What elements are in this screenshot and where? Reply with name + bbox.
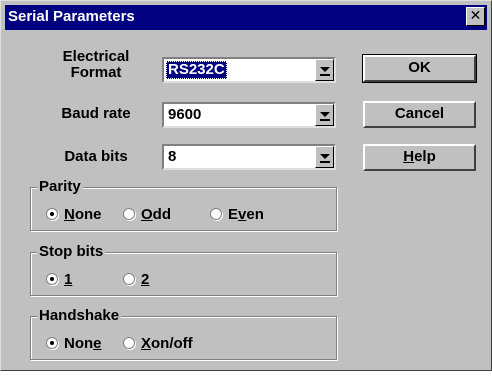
handshake-group: Handshake None Xon/off bbox=[30, 307, 337, 360]
electrical-format-label: Electrical Format bbox=[62, 48, 130, 81]
electrical-format-value: RS232C bbox=[166, 61, 227, 79]
baud-rate-select[interactable]: 9600 bbox=[162, 102, 336, 128]
baud-rate-dropdown-button[interactable] bbox=[315, 104, 334, 126]
radio-unselected-icon bbox=[123, 337, 135, 349]
data-bits-label: Data bits bbox=[64, 148, 128, 165]
dropdown-bar-icon bbox=[320, 119, 330, 121]
dropdown-bar-icon bbox=[320, 74, 330, 76]
electrical-format-select[interactable]: RS232C bbox=[162, 57, 336, 83]
title-bar[interactable]: Serial Parameters ✕ bbox=[5, 5, 487, 30]
help-button[interactable]: Help bbox=[363, 144, 476, 171]
data-bits-dropdown-button[interactable] bbox=[315, 146, 334, 168]
radio-unselected-icon bbox=[123, 273, 135, 285]
baud-rate-label: Baud rate bbox=[61, 105, 131, 122]
radio-unselected-icon bbox=[210, 208, 222, 220]
data-bits-value: 8 bbox=[168, 148, 177, 165]
radio-unselected-icon bbox=[123, 208, 135, 220]
dropdown-bar-icon bbox=[320, 161, 330, 163]
handshake-group-label: Handshake bbox=[37, 307, 122, 324]
close-button[interactable]: ✕ bbox=[466, 7, 485, 26]
parity-group: Parity None Odd Even bbox=[30, 178, 337, 231]
chevron-down-icon bbox=[320, 112, 330, 117]
chevron-down-icon bbox=[320, 154, 330, 159]
stop-bits-group: Stop bits 1 2 bbox=[30, 243, 337, 296]
data-bits-select[interactable]: 8 bbox=[162, 144, 336, 170]
stop-bits-group-label: Stop bits bbox=[37, 243, 106, 260]
cancel-button[interactable]: Cancel bbox=[363, 101, 476, 128]
chevron-down-icon bbox=[320, 67, 330, 72]
baud-rate-value: 9600 bbox=[168, 106, 202, 123]
close-icon: ✕ bbox=[469, 8, 482, 24]
radio-selected-icon bbox=[46, 273, 58, 285]
serial-parameters-dialog: Serial Parameters ✕ Electrical Format RS… bbox=[0, 0, 492, 371]
electrical-format-dropdown-button[interactable] bbox=[315, 59, 334, 81]
dialog-title: Serial Parameters bbox=[8, 8, 135, 25]
radio-selected-icon bbox=[46, 208, 58, 220]
radio-selected-icon bbox=[46, 337, 58, 349]
parity-group-label: Parity bbox=[37, 178, 83, 195]
ok-button[interactable]: OK bbox=[362, 54, 477, 83]
